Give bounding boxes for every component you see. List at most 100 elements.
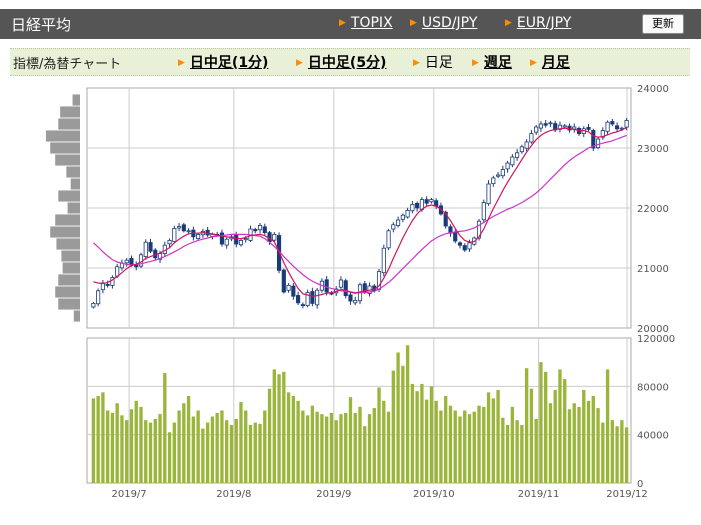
volume-bar: [520, 425, 524, 483]
x-tick-label: 2019/10: [413, 489, 455, 500]
candlestick: [96, 290, 101, 305]
volume-bar: [591, 396, 595, 483]
candlestick: [572, 126, 577, 130]
tab-label: 日中足(1分): [189, 55, 269, 71]
volume-bar: [134, 400, 138, 483]
volume-bar: [601, 422, 605, 483]
candlestick: [219, 232, 224, 245]
candlestick: [243, 238, 248, 241]
volume-bar: [458, 416, 462, 483]
page-title: 日経平均: [11, 16, 72, 34]
price-tick-label: 22000: [637, 204, 669, 215]
candlestick: [524, 141, 529, 149]
volume-bar: [177, 410, 181, 483]
candlestick: [586, 126, 591, 130]
volume-bar: [529, 388, 534, 483]
candlestick: [124, 259, 129, 264]
volume-bar: [415, 391, 419, 483]
volume-bar: [239, 402, 243, 483]
volume-profile-bar: [55, 154, 80, 166]
volume-bar: [596, 408, 600, 483]
candlestick: [134, 264, 139, 268]
volume-bar: [410, 383, 415, 483]
volume-bar: [186, 396, 191, 483]
volume-tick-label: 80000: [637, 382, 669, 393]
candlestick: [172, 227, 177, 242]
candlestick: [400, 214, 405, 220]
volume-bar: [196, 410, 200, 483]
candlestick: [186, 230, 191, 233]
refresh-button[interactable]: 更新: [642, 14, 684, 34]
candlestick: [91, 302, 96, 308]
volume-profile-bar: [60, 106, 80, 118]
volume-bar: [348, 397, 353, 483]
volume-bar: [191, 416, 196, 483]
volume-bar: [153, 418, 157, 483]
volume-bar: [344, 412, 348, 483]
volume-bar: [496, 389, 500, 483]
volume-bar: [244, 410, 248, 483]
link-eur-jpy[interactable]: ▶ EUR/JPY: [505, 15, 571, 31]
volume-tick-label: 40000: [637, 431, 669, 442]
candlestick: [324, 279, 329, 293]
volume-bar: [467, 414, 472, 483]
candlestick: [129, 257, 134, 265]
volume-bar: [444, 396, 448, 483]
tab-label: 日中足(5分): [307, 55, 387, 71]
candlestick: [115, 266, 120, 277]
volume-profile-bar: [55, 286, 80, 298]
tab-intraday-1min[interactable]: ▶ 日中足(1分): [178, 52, 268, 72]
volume-bar: [215, 412, 219, 483]
header-bar: 日経平均 ▶ TOPIX ▶ USD/JPY ▶ EUR/JPY 更新: [0, 9, 701, 39]
volume-profile-bar: [56, 238, 80, 250]
tab-monthly[interactable]: ▶ 月足: [530, 52, 570, 72]
volume-bar: [120, 415, 124, 483]
volume-profile-bar: [45, 130, 80, 142]
candlestick: [595, 138, 601, 149]
volume-bar: [325, 416, 329, 483]
volume-bar: [624, 427, 629, 483]
link-usd-jpy[interactable]: ▶ USD/JPY: [410, 15, 477, 31]
candlestick: [496, 174, 501, 177]
candlestick: [481, 202, 486, 221]
volume-profile-bar: [70, 178, 80, 190]
volume-bar: [424, 399, 429, 483]
volume-bar: [382, 400, 386, 483]
volume-profile-bar: [55, 214, 80, 226]
link-topix[interactable]: ▶ TOPIX: [339, 15, 393, 31]
orange-arrow-icon: ▶: [505, 18, 512, 28]
candlestick: [486, 183, 491, 205]
orange-arrow-icon: ▶: [296, 58, 303, 68]
volume-profile-bar: [61, 250, 80, 262]
candlestick: [453, 232, 458, 242]
volume-bar: [548, 403, 553, 483]
volume-bar: [539, 362, 543, 483]
tab-weekly[interactable]: ▶ 週足: [472, 52, 512, 72]
volume-bar: [405, 345, 410, 483]
candlestick: [286, 284, 291, 291]
volume-bar: [358, 406, 362, 483]
candlestick: [515, 152, 520, 158]
candlestick: [543, 123, 548, 126]
volume-bar: [158, 414, 162, 483]
candlestick: [424, 199, 429, 204]
candlestick: [262, 226, 267, 233]
volume-bar: [448, 405, 453, 483]
tab-intraday-5min[interactable]: ▶ 日中足(5分): [296, 52, 386, 72]
volume-bar: [463, 410, 467, 483]
candlestick: [300, 304, 305, 307]
volume-bar: [505, 425, 510, 483]
candlestick: [548, 122, 553, 125]
volume-bar: [353, 412, 357, 483]
candlestick: [343, 280, 348, 297]
volume-profile-bar: [66, 166, 80, 178]
x-tick-label: 2019/7: [111, 489, 146, 500]
volume-bar: [377, 387, 381, 483]
volume-bar: [263, 410, 267, 483]
orange-arrow-icon: ▶: [472, 58, 479, 68]
candlestick: [405, 209, 410, 218]
volume-bar: [139, 406, 143, 483]
volume-bar: [367, 414, 372, 483]
volume-bar: [205, 422, 210, 483]
tab-label: 日足: [424, 55, 453, 71]
